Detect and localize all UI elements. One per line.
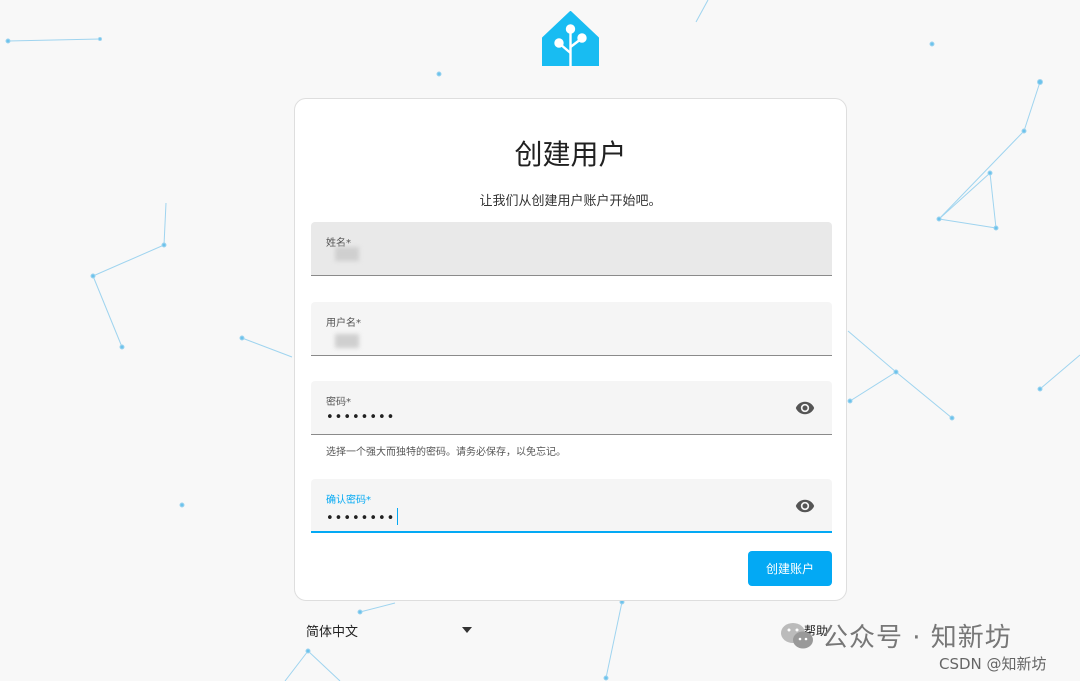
password-field-label: 密码* xyxy=(326,397,351,408)
home-assistant-logo xyxy=(542,11,599,66)
username-field-label: 用户名* xyxy=(326,318,361,329)
watermark-text: 公众号 · 知新坊 xyxy=(822,623,1012,653)
create-user-card: 创建用户 让我们从创建用户账户开始吧。 姓名* 用户名* 密码* •••••••… xyxy=(294,98,847,601)
confirm-password-dots: •••••••• xyxy=(326,511,396,526)
language-selector[interactable]: 简体中文 xyxy=(306,621,358,640)
password-field-value: •••••••• xyxy=(326,410,396,425)
confirm-password-field-value: •••••••• xyxy=(326,508,399,526)
confirm-password-field[interactable]: 确认密码* •••••••• xyxy=(311,479,832,533)
watermark: 公众号 · 知新坊 xyxy=(780,617,1012,654)
source-watermark: CSDN @知新坊 xyxy=(939,655,1047,673)
confirm-password-field-label: 确认密码* xyxy=(326,495,371,506)
page-subtitle: 让我们从创建用户账户开始吧。 xyxy=(479,194,662,209)
name-field[interactable]: 姓名* xyxy=(311,222,832,276)
page-title: 创建用户 xyxy=(514,138,627,171)
wechat-icon xyxy=(781,622,813,648)
username-field-blurred-text xyxy=(335,334,359,348)
name-field-blurred-text xyxy=(335,247,359,261)
eye-icon[interactable] xyxy=(794,496,816,516)
password-field[interactable]: 密码* •••••••• xyxy=(311,381,832,435)
text-cursor xyxy=(397,508,399,525)
password-helper-text: 选择一个强大而独特的密码。请务必保存，以免忘记。 xyxy=(326,447,566,458)
caret-down-icon[interactable] xyxy=(462,627,472,633)
username-field[interactable]: 用户名* xyxy=(311,302,832,356)
eye-icon[interactable] xyxy=(794,398,816,418)
create-account-button[interactable]: 创建账户 xyxy=(748,551,832,586)
